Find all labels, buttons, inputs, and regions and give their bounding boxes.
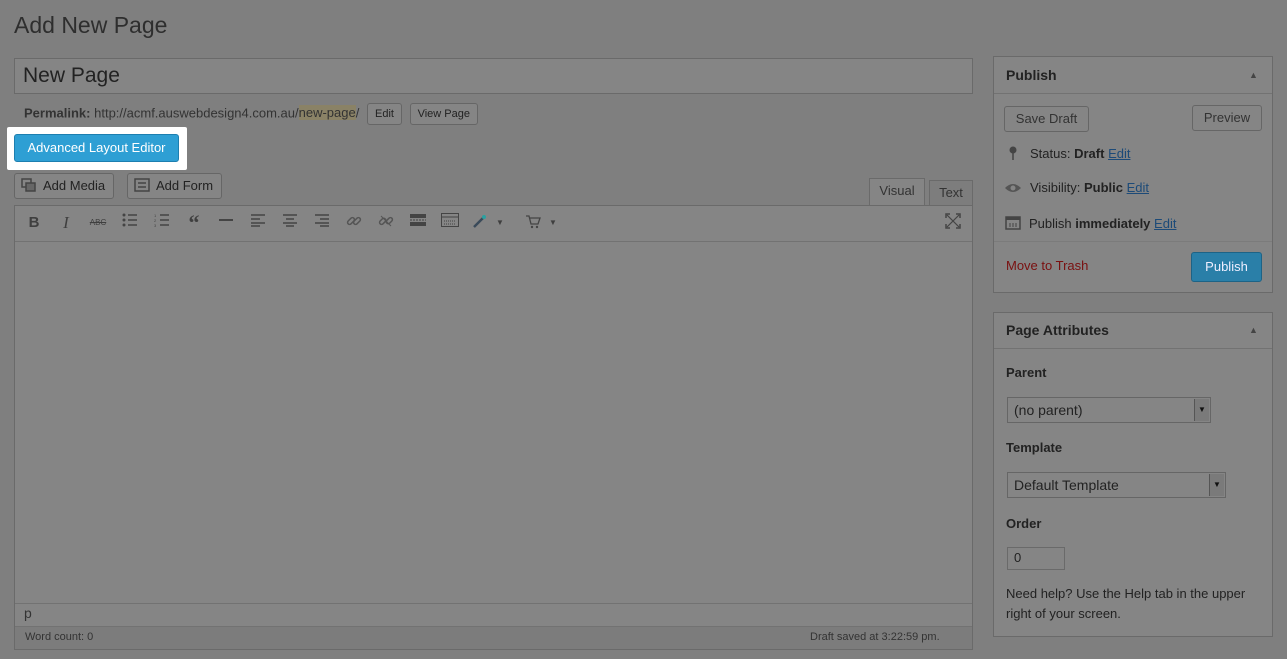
status-row: Status: Draft Edit (1006, 146, 1130, 161)
status-label: Status: (1030, 146, 1071, 161)
publish-schedule-edit-link[interactable]: Edit (1154, 216, 1176, 231)
permalink-slug[interactable]: new-page (298, 105, 356, 121)
bullet-list-icon[interactable] (120, 213, 140, 233)
publish-schedule-value: immediately (1075, 216, 1151, 231)
publish-box-divider (994, 93, 1272, 94)
visibility-row: Visibility: Public Edit (1004, 180, 1149, 196)
publish-actions-divider (994, 241, 1272, 242)
tab-visual[interactable]: Visual (869, 178, 925, 206)
help-text-line-1: Need help? Use the Help tab in the upper (1006, 586, 1246, 601)
template-select[interactable]: Default Template ▼ (1007, 472, 1226, 498)
publish-schedule-label: Publish (1029, 216, 1072, 231)
permalink-row: Permalink: http://acmf.auswebdesign4.com… (24, 103, 478, 125)
permalink-label: Permalink: (24, 105, 91, 121)
toolbar-toggle-icon[interactable] (440, 213, 460, 233)
chevron-down-icon: ▼ (1194, 399, 1209, 421)
page-title: Add New Page (14, 12, 168, 38)
template-select-value: Default Template (1014, 477, 1119, 493)
add-media-button[interactable]: Add Media (14, 173, 115, 199)
permalink-trailing: / (355, 105, 360, 121)
visibility-label: Visibility: (1030, 180, 1081, 195)
word-count: Word count: 0 (25, 631, 94, 643)
status-edit-link[interactable]: Edit (1108, 146, 1130, 161)
publish-box-title: Publish (1006, 67, 1057, 83)
align-center-icon[interactable] (280, 213, 300, 233)
fullscreen-icon[interactable] (943, 213, 963, 233)
svg-text:3: 3 (154, 223, 157, 227)
save-draft-button[interactable]: Save Draft (1004, 106, 1089, 132)
parent-select[interactable]: (no parent) ▼ (1007, 397, 1211, 423)
blockquote-icon[interactable]: “ (184, 212, 204, 234)
tab-text[interactable]: Text (929, 180, 973, 206)
status-value: Draft (1074, 146, 1105, 161)
read-more-icon[interactable] (408, 213, 428, 233)
toolbar-divider (15, 241, 972, 242)
align-left-icon[interactable] (248, 213, 268, 233)
add-form-label: Add Form (156, 178, 214, 193)
add-form-icon (134, 176, 150, 192)
parent-label: Parent (1006, 365, 1047, 380)
publish-box-toggle-icon[interactable]: ▲ (1249, 70, 1258, 80)
publish-button[interactable]: Publish (1191, 252, 1262, 282)
move-to-trash-link[interactable]: Move to Trash (1006, 258, 1088, 273)
page-attributes-title: Page Attributes (1006, 322, 1109, 338)
strikethrough-icon[interactable]: ABC (88, 213, 108, 233)
visibility-value: Public (1083, 180, 1123, 195)
link-icon[interactable] (344, 213, 364, 233)
unlink-icon[interactable] (376, 213, 396, 233)
visibility-edit-link[interactable]: Edit (1127, 180, 1149, 195)
view-page-button[interactable]: View Page (409, 103, 478, 125)
chevron-down-icon: ▼ (1209, 474, 1224, 496)
calendar-icon (1005, 214, 1021, 230)
template-label: Template (1006, 440, 1063, 455)
parent-select-value: (no parent) (1014, 402, 1083, 418)
publish-schedule-row: Publish immediately Edit (1005, 214, 1176, 231)
preview-button[interactable]: Preview (1192, 105, 1262, 131)
add-media-label: Add Media (43, 178, 106, 193)
post-title-input[interactable]: New Page (14, 58, 973, 94)
permalink-base: http://acmf.auswebdesign4.com.au/ (94, 105, 299, 121)
add-form-button[interactable]: Add Form (127, 173, 223, 199)
cart-icon[interactable]: ▼ (525, 213, 565, 233)
eye-icon (1004, 182, 1022, 196)
order-input[interactable]: 0 (1007, 547, 1065, 570)
element-path[interactable]: p (24, 605, 32, 621)
page-attributes-divider (994, 348, 1272, 349)
magic-wand-icon[interactable]: ▼ (472, 213, 512, 233)
draft-saved-status: Draft saved at 3:22:59 pm. (810, 631, 940, 643)
add-media-icon (21, 176, 37, 192)
numbered-list-icon[interactable]: 123 (152, 213, 172, 233)
page-attributes-toggle-icon[interactable]: ▲ (1249, 325, 1258, 335)
bold-icon[interactable]: B (24, 213, 44, 233)
editor-area[interactable] (14, 205, 973, 650)
pin-icon (1006, 146, 1022, 160)
help-text-line-2: right of your screen. (1006, 606, 1121, 621)
order-label: Order (1006, 516, 1042, 531)
align-right-icon[interactable] (312, 213, 332, 233)
advanced-layout-editor-button[interactable]: Advanced Layout Editor (14, 134, 179, 162)
italic-icon[interactable]: I (56, 213, 76, 233)
horizontal-rule-icon[interactable] (216, 213, 236, 233)
statusline-divider (15, 603, 972, 604)
permalink-edit-button[interactable]: Edit (366, 103, 402, 125)
